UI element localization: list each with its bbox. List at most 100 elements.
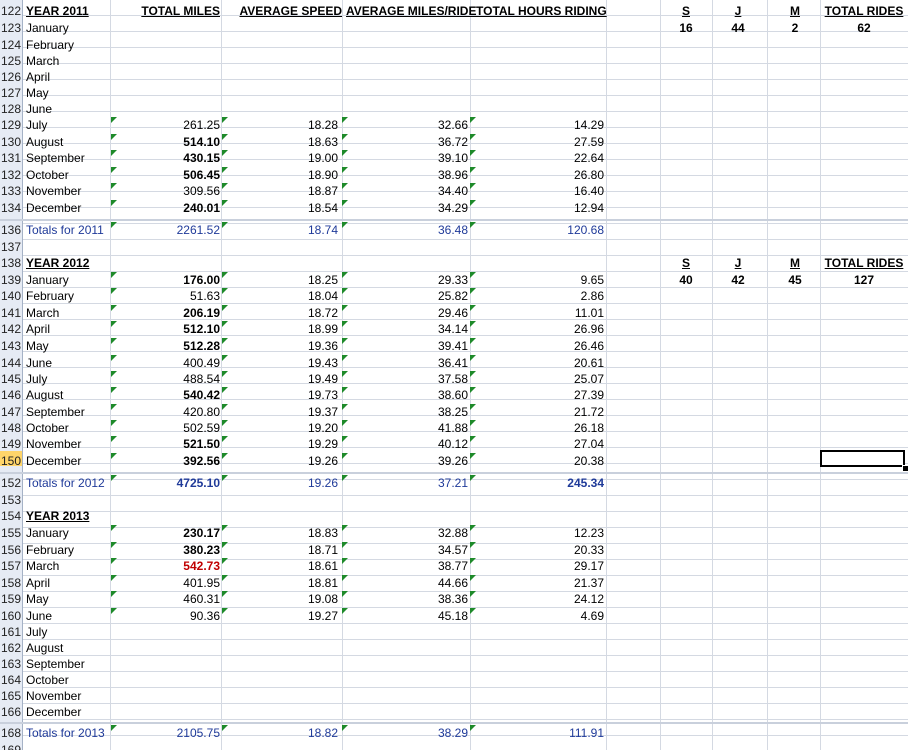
total-miles-cell[interactable]: 261.25 [118,118,220,133]
average-speed-cell[interactable]: 18.63 [226,135,338,150]
average-miles-ride-cell[interactable]: 34.14 [346,322,468,337]
row-number[interactable]: 160 [0,609,21,624]
row-number[interactable]: 141 [0,306,21,321]
total-hours-cell[interactable]: 29.17 [476,559,604,574]
total-hours-cell[interactable]: 9.65 [476,273,604,288]
average-speed-cell[interactable]: 18.99 [226,322,338,337]
month-label[interactable]: May [26,592,49,607]
month-label[interactable]: April [26,70,50,85]
total-miles-cell[interactable]: 401.95 [118,576,220,591]
total-hours-cell[interactable]: 25.07 [476,372,604,387]
total-miles-cell[interactable]: 512.28 [118,339,220,354]
row-number[interactable]: 164 [0,673,21,688]
average-speed-cell[interactable]: 18.71 [226,543,338,558]
row-number[interactable]: 150 [0,454,21,469]
total-hours-cell[interactable]: 26.80 [476,168,604,183]
total-hours-cell[interactable]: 26.46 [476,339,604,354]
total-hours-cell[interactable]: 26.18 [476,421,604,436]
average-speed-cell[interactable]: 18.54 [226,201,338,216]
average-miles-ride-cell[interactable]: 40.12 [346,437,468,452]
average-miles-ride-cell[interactable]: 39.26 [346,454,468,469]
month-label[interactable]: September [26,151,85,166]
month-label[interactable]: May [26,339,49,354]
month-label[interactable]: March [26,54,59,69]
average-speed-cell[interactable]: 19.37 [226,405,338,420]
total-hours-cell[interactable]: 26.96 [476,322,604,337]
month-label[interactable]: February [26,289,74,304]
row-number[interactable]: 128 [0,102,21,117]
selected-cell[interactable] [820,450,905,467]
total-hours-cell[interactable]: 21.37 [476,576,604,591]
average-miles-ride-cell[interactable]: 29.46 [346,306,468,321]
total-hours-cell[interactable]: 20.38 [476,454,604,469]
month-label[interactable]: June [26,102,52,117]
row-number[interactable]: 127 [0,86,21,101]
total-miles-cell[interactable]: 502.59 [118,421,220,436]
average-miles-ride-cell[interactable]: 38.29 [346,726,468,741]
average-speed-cell[interactable]: 19.49 [226,372,338,387]
month-label[interactable]: July [26,625,47,640]
total-miles-cell[interactable]: 176.00 [118,273,220,288]
totals-label[interactable]: Totals for 2011 [26,223,104,238]
average-miles-ride-cell[interactable]: 34.40 [346,184,468,199]
totals-label[interactable]: Totals for 2012 [26,476,105,491]
row-number[interactable]: 122 [0,4,21,19]
total-miles-cell[interactable]: 309.56 [118,184,220,199]
average-miles-ride-cell[interactable]: 41.88 [346,421,468,436]
row-number[interactable]: 134 [0,201,21,216]
average-speed-cell[interactable]: 19.27 [226,609,338,624]
month-label[interactable]: January [26,273,69,288]
total-hours-cell[interactable]: 245.34 [476,476,604,491]
average-speed-cell[interactable]: 19.26 [226,454,338,469]
row-number[interactable]: 123 [0,21,21,36]
total-hours-cell[interactable]: 27.39 [476,388,604,403]
total-hours-cell[interactable]: 4.69 [476,609,604,624]
month-label[interactable]: June [26,356,52,371]
average-miles-ride-cell[interactable]: 44.66 [346,576,468,591]
row-number[interactable]: 152 [0,476,21,491]
total-hours-cell[interactable]: 24.12 [476,592,604,607]
average-speed-cell[interactable]: 18.81 [226,576,338,591]
average-speed-cell[interactable]: 19.08 [226,592,338,607]
month-label[interactable]: August [26,641,63,656]
row-number[interactable]: 126 [0,70,21,85]
total-miles-cell[interactable]: 540.42 [118,388,220,403]
month-label[interactable]: May [26,86,49,101]
month-label[interactable]: September [26,657,85,672]
total-miles-cell[interactable]: 51.63 [118,289,220,304]
row-number[interactable]: 162 [0,641,21,656]
total-miles-cell[interactable]: 2261.52 [118,223,220,238]
average-miles-ride-cell[interactable]: 39.10 [346,151,468,166]
month-label[interactable]: January [26,526,69,541]
total-hours-cell[interactable]: 27.59 [476,135,604,150]
row-number[interactable]: 133 [0,184,21,199]
row-number[interactable]: 137 [0,240,21,255]
total-hours-cell[interactable]: 20.61 [476,356,604,371]
row-number[interactable]: 169 [0,743,21,750]
average-miles-ride-cell[interactable]: 39.41 [346,339,468,354]
year-heading[interactable]: YEAR 2013 [26,509,89,524]
row-number[interactable]: 130 [0,135,21,150]
row-number[interactable]: 132 [0,168,21,183]
month-label[interactable]: April [26,322,50,337]
total-hours-cell[interactable]: 16.40 [476,184,604,199]
row-number[interactable]: 148 [0,421,21,436]
totals-label[interactable]: Totals for 2013 [26,726,105,741]
average-miles-ride-cell[interactable]: 36.41 [346,356,468,371]
total-miles-cell[interactable]: 512.10 [118,322,220,337]
month-label[interactable]: February [26,543,74,558]
average-miles-ride-cell[interactable]: 32.88 [346,526,468,541]
total-miles-cell[interactable]: 392.56 [118,454,220,469]
fill-handle[interactable] [902,465,908,472]
total-miles-cell[interactable]: 4725.10 [118,476,220,491]
month-label[interactable]: December [26,454,81,469]
average-miles-ride-cell[interactable]: 38.36 [346,592,468,607]
total-miles-cell[interactable]: 206.19 [118,306,220,321]
total-miles-cell[interactable]: 521.50 [118,437,220,452]
row-number[interactable]: 163 [0,657,21,672]
average-speed-cell[interactable]: 18.82 [226,726,338,741]
average-miles-ride-cell[interactable]: 38.96 [346,168,468,183]
year-heading[interactable]: YEAR 2012 [26,256,89,271]
average-miles-ride-cell[interactable]: 36.72 [346,135,468,150]
row-number[interactable]: 142 [0,322,21,337]
